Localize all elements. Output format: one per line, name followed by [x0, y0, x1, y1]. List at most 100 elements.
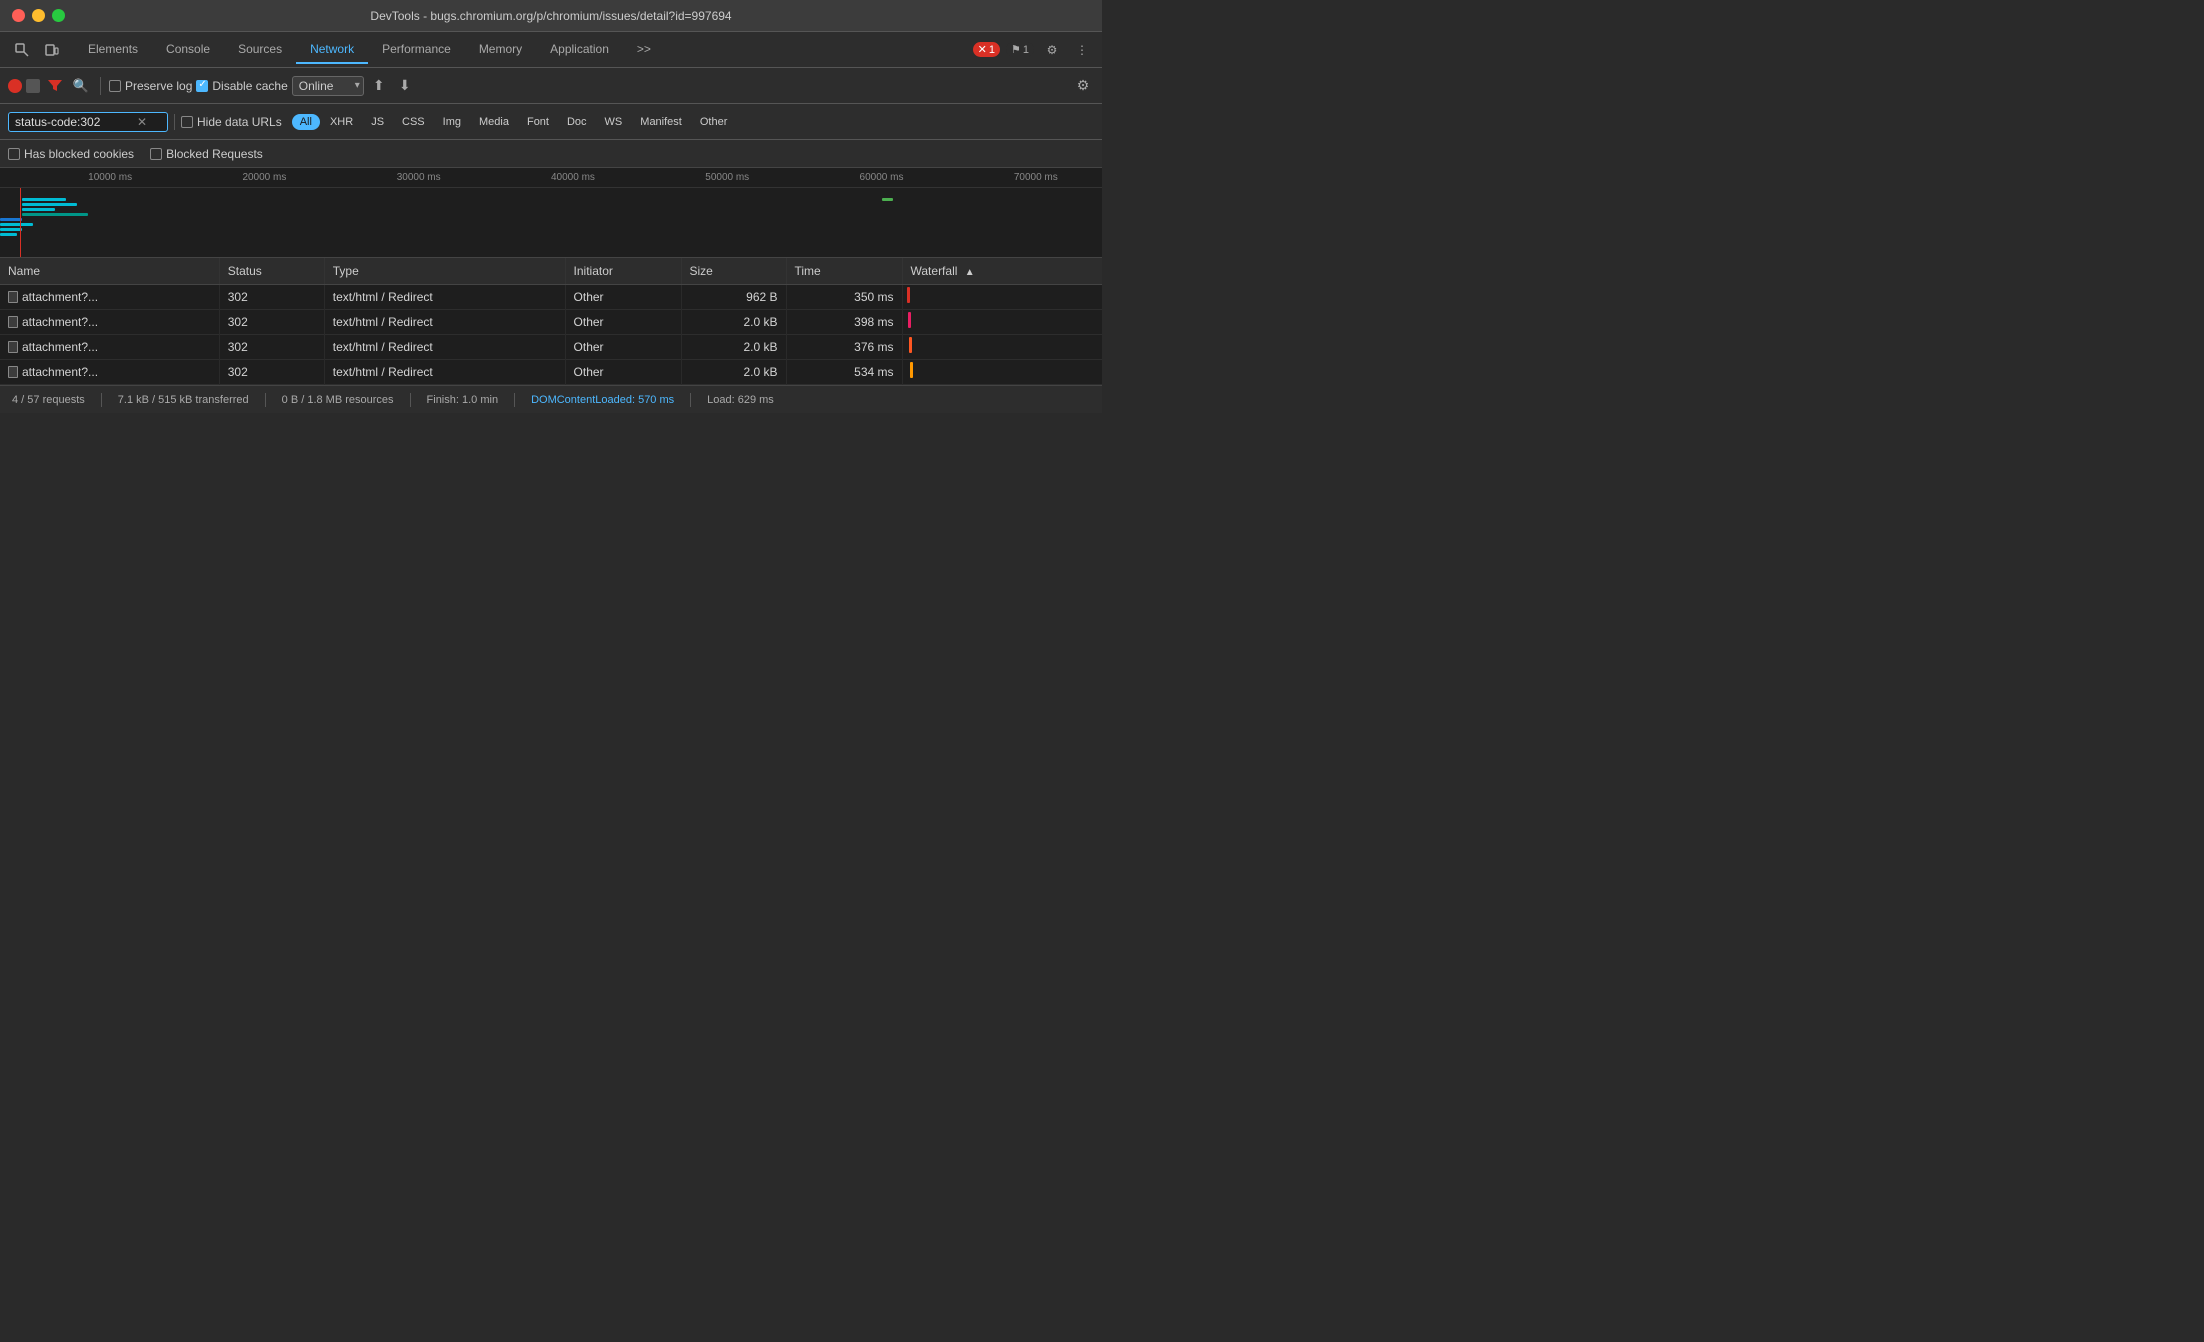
blocked-cookies-label[interactable]: Has blocked cookies: [8, 147, 134, 161]
cell-time: 350 ms: [786, 285, 902, 310]
table-row[interactable]: attachment?... 302 text/html / Redirect …: [0, 335, 1102, 360]
cell-name: attachment?...: [0, 335, 219, 360]
import-icon[interactable]: ⬆: [368, 75, 390, 97]
col-waterfall[interactable]: Waterfall ▲: [902, 258, 1102, 285]
ruler-20000: 20000 ms: [242, 168, 286, 187]
stop-button[interactable]: [26, 79, 40, 93]
maximize-button[interactable]: [52, 9, 65, 22]
col-size[interactable]: Size: [681, 258, 786, 285]
type-filter-ws[interactable]: WS: [597, 114, 631, 130]
window-controls[interactable]: [12, 9, 65, 22]
settings-icon[interactable]: ⚙: [1040, 38, 1064, 62]
checkbox-bar: Has blocked cookies Blocked Requests: [0, 140, 1102, 168]
tab-bar: Elements Console Sources Network Perform…: [0, 32, 1102, 68]
cell-size: 2.0 kB: [681, 360, 786, 385]
cell-time: 376 ms: [786, 335, 902, 360]
wf-bar-3: [22, 208, 55, 211]
hide-data-urls-label[interactable]: Hide data URLs: [181, 115, 282, 129]
type-filter-font[interactable]: Font: [519, 114, 557, 130]
col-status[interactable]: Status: [219, 258, 324, 285]
preserve-log-label[interactable]: Preserve log: [109, 79, 192, 93]
preserve-log-checkbox[interactable]: [109, 80, 121, 92]
filter-input-wrap[interactable]: ✕: [8, 112, 168, 132]
cell-name: attachment?...: [0, 360, 219, 385]
close-button[interactable]: [12, 9, 25, 22]
cell-size: 962 B: [681, 285, 786, 310]
type-filter-js[interactable]: JS: [363, 114, 392, 130]
type-filters: All XHR JS CSS Img Media Font Doc WS Man…: [292, 114, 736, 130]
cell-type: text/html / Redirect: [324, 335, 565, 360]
disable-cache-checkbox[interactable]: [196, 80, 208, 92]
filter-separator: [174, 114, 175, 130]
col-type[interactable]: Type: [324, 258, 565, 285]
minimize-button[interactable]: [32, 9, 45, 22]
toolbar-separator: [100, 77, 101, 95]
dom-content-loaded: DOMContentLoaded: 570 ms: [531, 394, 674, 406]
type-filter-other[interactable]: Other: [692, 114, 736, 130]
filter-input[interactable]: [15, 115, 135, 129]
table-row[interactable]: attachment?... 302 text/html / Redirect …: [0, 310, 1102, 335]
finish-time: Finish: 1.0 min: [427, 394, 499, 406]
blocked-requests-label[interactable]: Blocked Requests: [150, 147, 263, 161]
waterfall-tick: [908, 312, 911, 328]
tab-console[interactable]: Console: [152, 36, 224, 64]
device-toggle-icon[interactable]: [38, 36, 66, 64]
record-button[interactable]: [8, 79, 22, 93]
waterfall-tick: [907, 287, 910, 303]
type-filter-all[interactable]: All: [292, 114, 320, 130]
table-row[interactable]: attachment?... 302 text/html / Redirect …: [0, 360, 1102, 385]
network-table: Name Status Type Initiator Size Time Wat…: [0, 258, 1102, 385]
clear-filter-button[interactable]: ✕: [137, 115, 147, 129]
ruler-60000: 60000 ms: [860, 168, 904, 187]
wf-bar-1: [22, 198, 66, 201]
tab-sources[interactable]: Sources: [224, 36, 296, 64]
blocked-requests-checkbox[interactable]: [150, 148, 162, 160]
cell-waterfall: [902, 360, 1102, 385]
tab-bar-right: ✕ 1 ⚑ 1 ⚙ ⋮: [973, 38, 1094, 62]
more-options-icon[interactable]: ⋮: [1070, 38, 1094, 62]
throttle-select-wrap[interactable]: Online Slow 3G Fast 3G Offline: [292, 76, 364, 96]
type-filter-doc[interactable]: Doc: [559, 114, 595, 130]
warn-count: 1: [1023, 44, 1029, 56]
cell-type: text/html / Redirect: [324, 310, 565, 335]
hide-data-urls-checkbox[interactable]: [181, 116, 193, 128]
cell-initiator: Other: [565, 360, 681, 385]
type-filter-manifest[interactable]: Manifest: [632, 114, 690, 130]
tab-network[interactable]: Network: [296, 36, 368, 64]
col-time[interactable]: Time: [786, 258, 902, 285]
col-initiator[interactable]: Initiator: [565, 258, 681, 285]
blocked-cookies-checkbox[interactable]: [8, 148, 20, 160]
tab-memory[interactable]: Memory: [465, 36, 536, 64]
cell-time: 534 ms: [786, 360, 902, 385]
filter-icon[interactable]: [44, 75, 66, 97]
cell-waterfall: [902, 310, 1102, 335]
col-name[interactable]: Name: [0, 258, 219, 285]
table-row[interactable]: attachment?... 302 text/html / Redirect …: [0, 285, 1102, 310]
search-icon[interactable]: 🔍: [70, 75, 92, 97]
tab-more[interactable]: >>: [623, 36, 665, 64]
network-settings-icon[interactable]: ⚙: [1072, 75, 1094, 97]
file-icon: [8, 366, 18, 378]
type-filter-xhr[interactable]: XHR: [322, 114, 361, 130]
tab-application[interactable]: Application: [536, 36, 623, 64]
type-filter-media[interactable]: Media: [471, 114, 517, 130]
status-sep-2: [265, 393, 266, 407]
throttle-select[interactable]: Online Slow 3G Fast 3G Offline: [292, 76, 364, 96]
ruler-70000: 70000 ms: [1014, 168, 1058, 187]
status-sep-1: [101, 393, 102, 407]
type-filter-img[interactable]: Img: [435, 114, 469, 130]
export-icon[interactable]: ⬇: [394, 75, 416, 97]
warn-badge: ⚑ 1: [1006, 42, 1034, 57]
cell-initiator: Other: [565, 335, 681, 360]
inspect-icon[interactable]: [8, 36, 36, 64]
wf-bar-5: [0, 218, 22, 221]
cell-name: attachment?...: [0, 310, 219, 335]
cell-waterfall: [902, 285, 1102, 310]
disable-cache-label[interactable]: Disable cache: [196, 79, 287, 93]
wf-bar-4: [22, 213, 88, 216]
cell-type: text/html / Redirect: [324, 285, 565, 310]
timeline-ruler: 10000 ms 20000 ms 30000 ms 40000 ms 5000…: [0, 168, 1102, 188]
tab-performance[interactable]: Performance: [368, 36, 465, 64]
tab-elements[interactable]: Elements: [74, 36, 152, 64]
type-filter-css[interactable]: CSS: [394, 114, 433, 130]
